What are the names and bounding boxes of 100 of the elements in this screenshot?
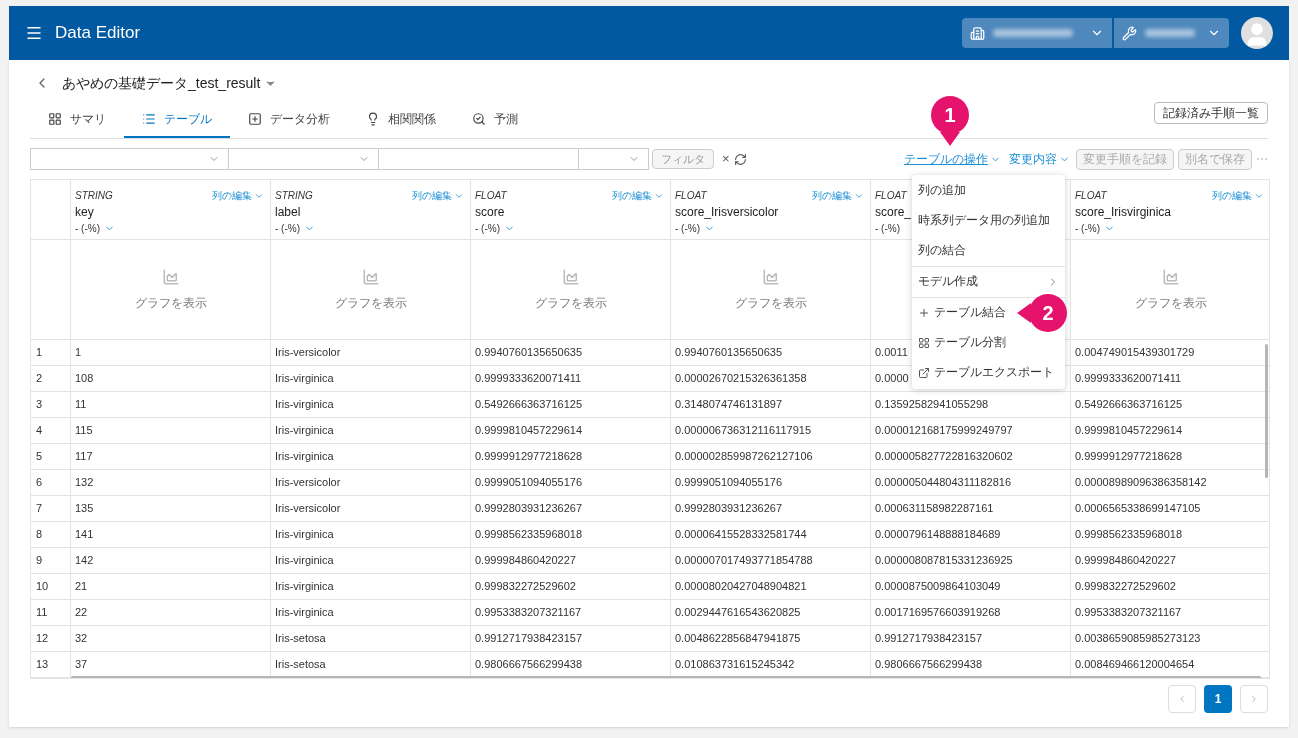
row-number: 1 bbox=[31, 340, 71, 365]
table-cell: 0.0017169576603919268 bbox=[871, 600, 1071, 625]
filter-value-field[interactable] bbox=[379, 148, 579, 170]
table-cell: 0.9912717938423157 bbox=[471, 626, 671, 651]
table-cell: Iris-virginica bbox=[271, 548, 471, 573]
dataset-title[interactable]: あやめの基礎データ_test_result bbox=[62, 72, 261, 94]
column-name: score_ bbox=[875, 204, 912, 221]
menu-link[interactable]: テーブルの操作 bbox=[902, 150, 1003, 168]
show-graph-link[interactable]: グラフを表示 bbox=[1134, 293, 1207, 312]
table-cell: 108 bbox=[71, 366, 271, 391]
table-cell: 0.000012168175999249797 bbox=[871, 418, 1071, 443]
table-cell: 0.5492666363716125 bbox=[471, 392, 671, 417]
table-cell: 0.9999051094055176 bbox=[471, 470, 671, 495]
column-type: STRING bbox=[275, 189, 313, 203]
page-button[interactable]: 1 bbox=[1204, 685, 1232, 713]
avatar[interactable] bbox=[1241, 17, 1273, 49]
clear-filter-button[interactable]: × bbox=[722, 149, 730, 169]
table-cell: 0.000005044804311182816 bbox=[871, 470, 1071, 495]
menu-icon[interactable] bbox=[25, 24, 43, 42]
table-cell: 0.0048622856847941875 bbox=[671, 626, 871, 651]
chevron-right-icon bbox=[1249, 694, 1259, 704]
table-cell: 1 bbox=[71, 340, 271, 365]
menu-item[interactable]: 列の追加 bbox=[912, 176, 1065, 206]
table-cell: 0.9998562335968018 bbox=[471, 522, 671, 547]
row-number: 7 bbox=[31, 496, 71, 521]
condition-select[interactable] bbox=[579, 148, 649, 170]
column-stats: - (-%) bbox=[75, 222, 100, 236]
column-stats: - (-%) bbox=[275, 222, 300, 236]
row-number: 11 bbox=[31, 600, 71, 625]
column-type: FLOAT bbox=[875, 189, 907, 203]
project-selector[interactable] bbox=[1114, 18, 1229, 48]
table-cell: 0.000005827722816320602 bbox=[871, 444, 1071, 469]
vertical-scrollbar[interactable] bbox=[1265, 344, 1268, 478]
table-cell: 0.999832272529602 bbox=[1071, 574, 1269, 599]
table-cell: 0.3148074746131897 bbox=[671, 392, 871, 417]
chart-icon bbox=[561, 267, 580, 286]
table-cell: 0.9999333620071411 bbox=[471, 366, 671, 391]
plus-square-icon bbox=[248, 111, 262, 126]
blurred-text bbox=[1145, 29, 1195, 37]
table-cell: Iris-setosa bbox=[271, 626, 471, 651]
table-cell: 0.999984860420227 bbox=[1071, 548, 1269, 573]
menu-link[interactable]: 変更内容 bbox=[1007, 150, 1072, 168]
column-stats: - (-%) bbox=[675, 222, 700, 236]
show-graph-link[interactable]: グラフを表示 bbox=[134, 293, 207, 312]
row-number: 13 bbox=[31, 652, 71, 677]
column-stats: - (-%) bbox=[875, 222, 900, 236]
edit-column-link[interactable]: 列の編集 bbox=[612, 188, 664, 203]
tab[interactable]: 予測 bbox=[454, 101, 536, 138]
table-cell: 32 bbox=[71, 626, 271, 651]
app-title: Data Editor bbox=[55, 22, 141, 45]
list-icon bbox=[142, 111, 156, 126]
chart-icon bbox=[361, 267, 380, 286]
show-graph-link[interactable]: グラフを表示 bbox=[534, 293, 607, 312]
column-select[interactable] bbox=[30, 148, 229, 170]
filter-button[interactable]: フィルタ bbox=[652, 149, 714, 169]
refresh-icon[interactable] bbox=[733, 152, 747, 166]
plus-icon bbox=[918, 307, 930, 319]
show-graph-link[interactable]: グラフを表示 bbox=[334, 293, 407, 312]
table-cell: 0.9998562335968018 bbox=[1071, 522, 1269, 547]
tab[interactable]: サマリ bbox=[30, 101, 124, 138]
tab[interactable]: 相関関係 bbox=[348, 101, 454, 138]
table-cell: 135 bbox=[71, 496, 271, 521]
show-graph-link[interactable]: グラフを表示 bbox=[734, 293, 807, 312]
grid-icon bbox=[48, 111, 62, 126]
wrench-icon bbox=[1122, 25, 1137, 41]
tab[interactable]: テーブル bbox=[124, 101, 230, 138]
edit-column-link[interactable]: 列の編集 bbox=[812, 188, 864, 203]
column-type: STRING bbox=[75, 189, 113, 203]
table-cell: Iris-virginica bbox=[271, 574, 471, 599]
recorded-steps-button[interactable]: 記録済み手順一覧 bbox=[1154, 102, 1268, 124]
chart-icon bbox=[1161, 267, 1180, 286]
table-cell: 0.00008020427048904821 bbox=[671, 574, 871, 599]
menu-item[interactable]: 時系列データ用の列追加 bbox=[912, 206, 1065, 236]
column-stats: - (-%) bbox=[1075, 222, 1100, 236]
chart-icon bbox=[161, 267, 180, 286]
edit-column-link[interactable]: 列の編集 bbox=[212, 188, 264, 203]
table-cell: 0.9953383207321167 bbox=[1071, 600, 1269, 625]
row-number: 8 bbox=[31, 522, 71, 547]
table-cell: 117 bbox=[71, 444, 271, 469]
organization-selector[interactable] bbox=[962, 18, 1112, 48]
chart-icon bbox=[761, 267, 780, 286]
row-number: 12 bbox=[31, 626, 71, 651]
building-icon bbox=[970, 25, 985, 41]
operator-select[interactable] bbox=[229, 148, 379, 170]
table-cell: 0.00002670215326361358 bbox=[671, 366, 871, 391]
previous-page-button[interactable] bbox=[1168, 685, 1196, 713]
tab[interactable]: データ分析 bbox=[230, 101, 348, 138]
row-number: 6 bbox=[31, 470, 71, 495]
table-cell: 0.000006736312116117915 bbox=[671, 418, 871, 443]
next-page-button[interactable] bbox=[1240, 685, 1268, 713]
edit-column-link[interactable]: 列の編集 bbox=[1212, 188, 1264, 203]
menu-item[interactable]: 列の結合 bbox=[912, 236, 1065, 266]
edit-column-link[interactable]: 列の編集 bbox=[412, 188, 464, 203]
table-cell: 0.0038659085985273123 bbox=[1071, 626, 1269, 651]
column-type: FLOAT bbox=[675, 189, 707, 203]
table-cell: Iris-versicolor bbox=[271, 470, 471, 495]
table-cell: 0.9940760135650635 bbox=[471, 340, 671, 365]
table-cell: 0.000631158982287161 bbox=[871, 496, 1071, 521]
menu-item[interactable]: モデル作成 bbox=[912, 267, 1065, 297]
row-number: 10 bbox=[31, 574, 71, 599]
